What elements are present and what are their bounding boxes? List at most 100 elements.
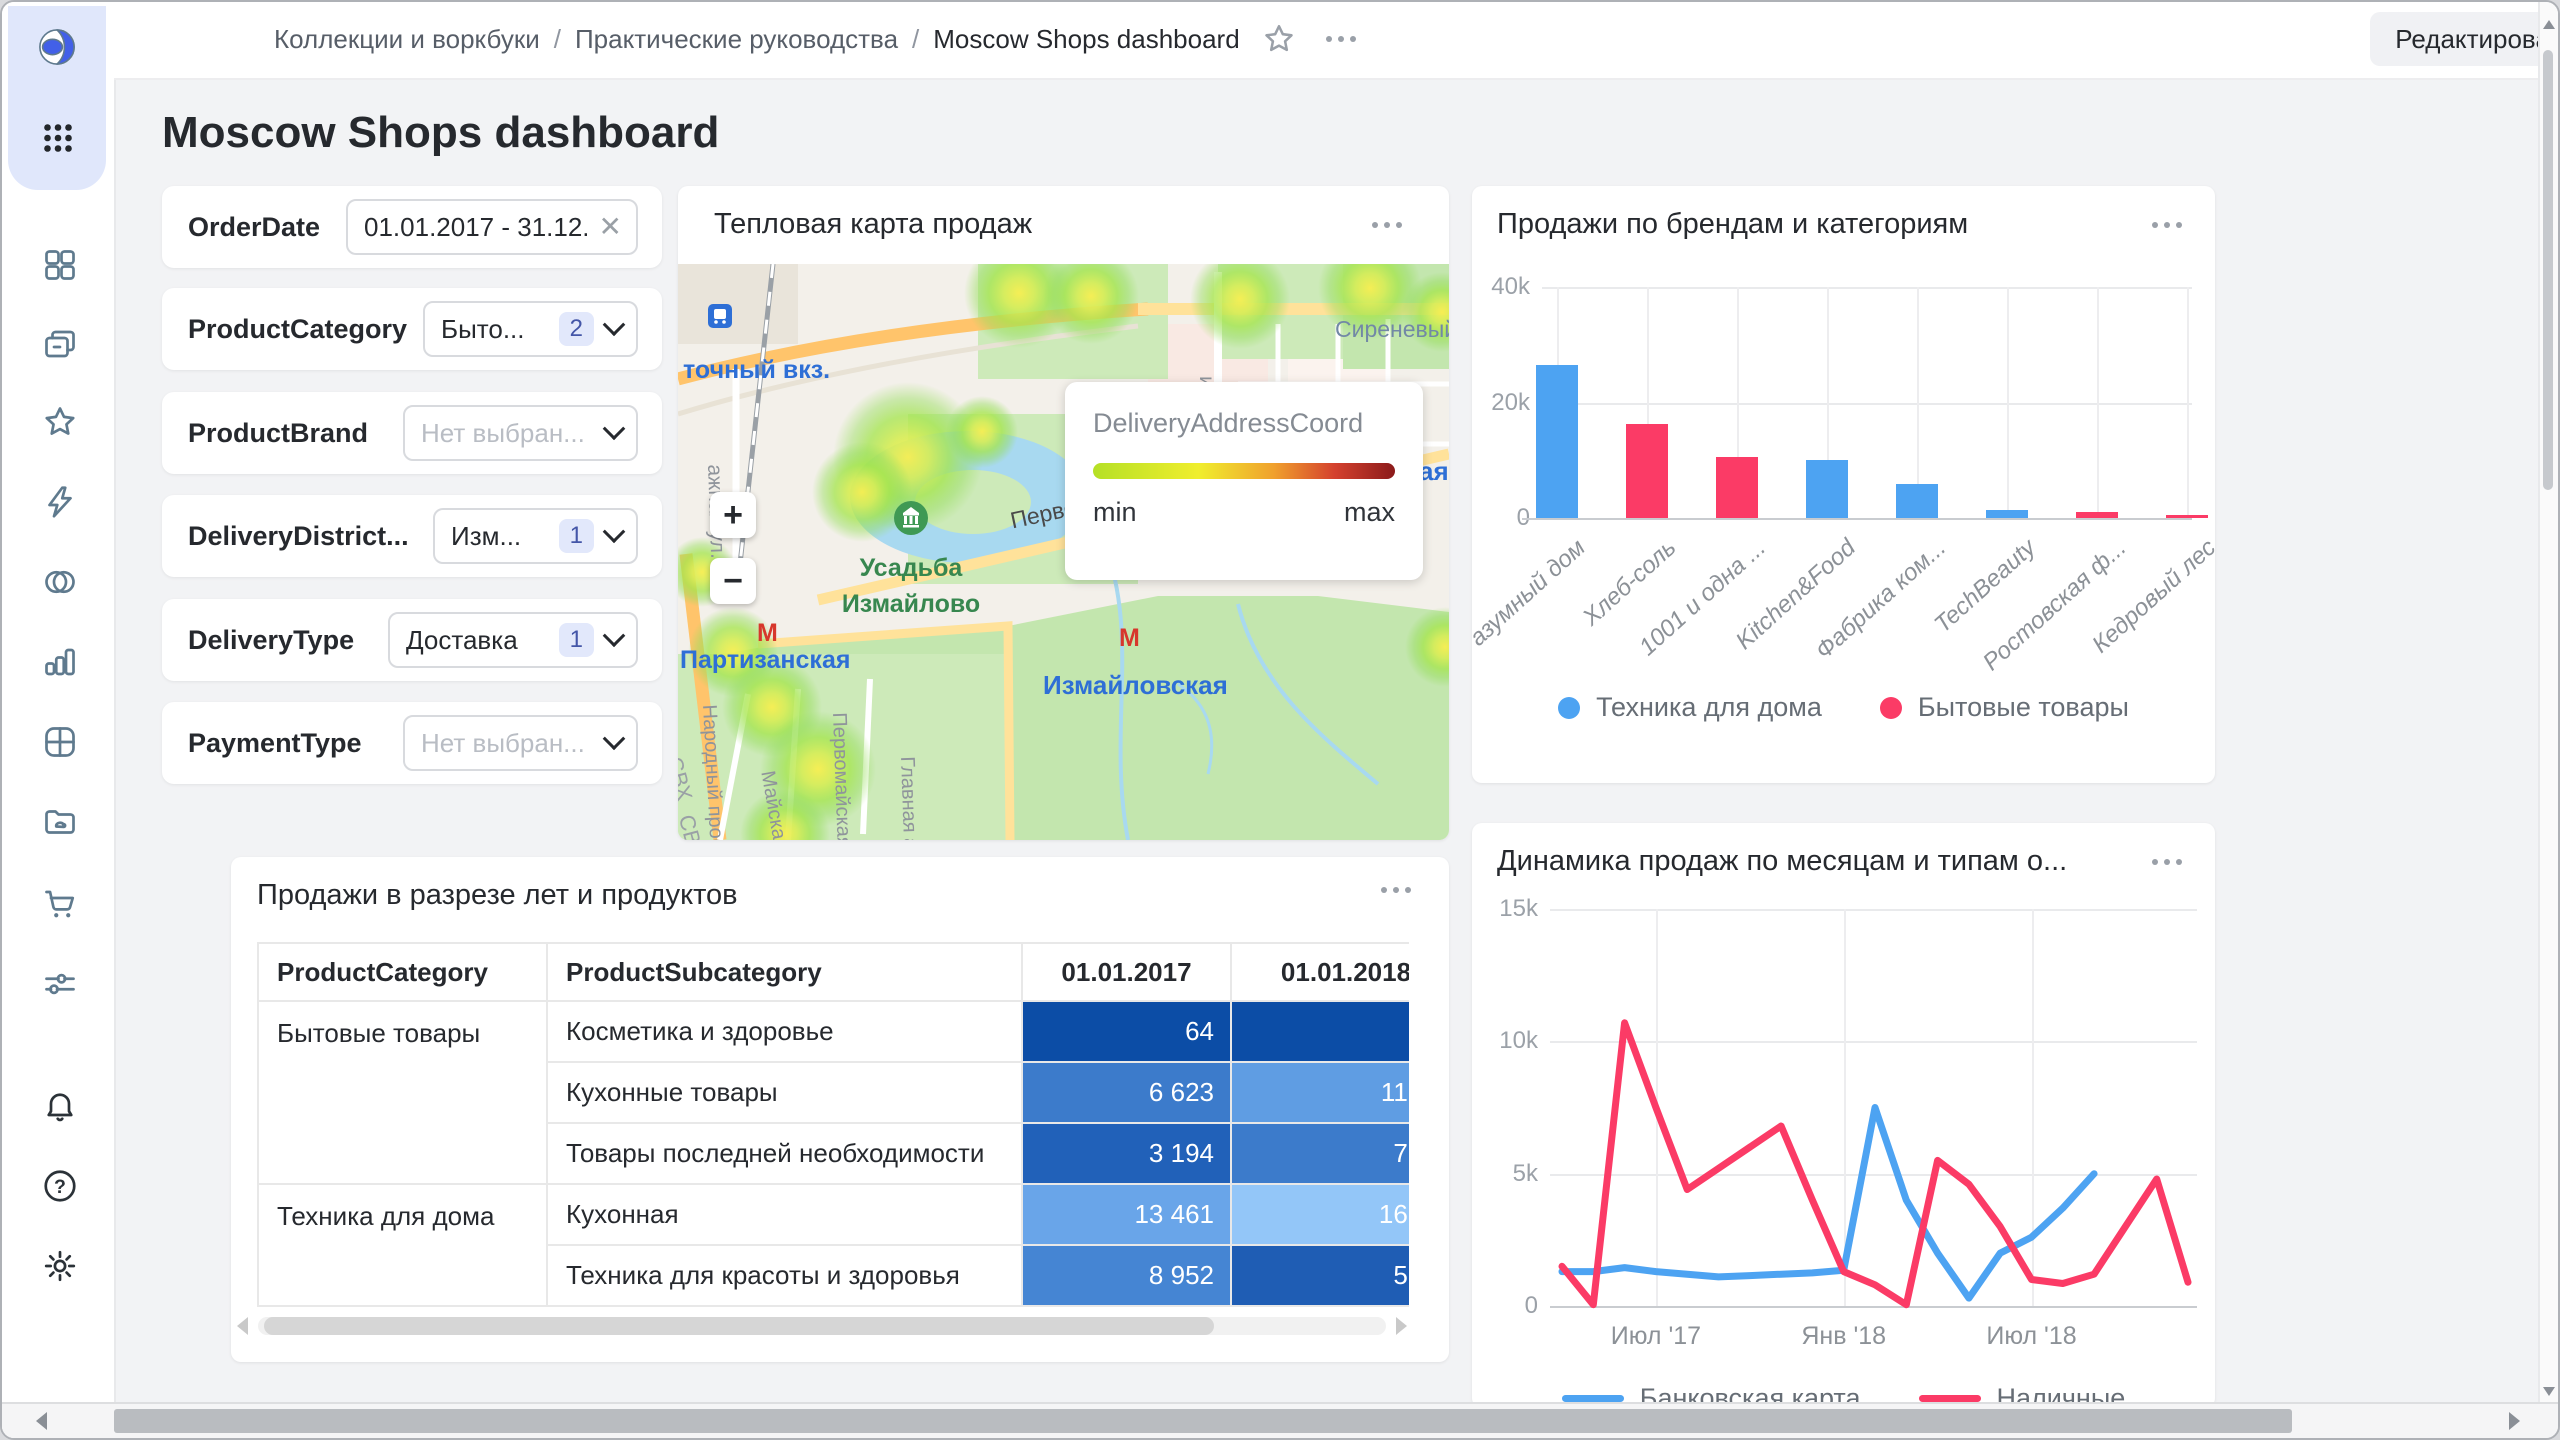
bar-chart-menu-icon[interactable] [2152, 222, 2182, 228]
select-control[interactable]: Доставка 1 [388, 612, 638, 668]
table-scroll-area[interactable]: ProductCategory ProductSubcategory 01.01.2… [257, 942, 1409, 1307]
favorite-star-icon[interactable] [1262, 22, 1296, 56]
filter-orderdate: OrderDate 01.01.2017 - 31.12.2018 ✕ [162, 186, 662, 268]
column-header[interactable]: ProductCategory [257, 942, 548, 1002]
table-row: Техника для домаКухонная13 46116 63 [257, 1183, 1409, 1307]
legend-color-line [1918, 1395, 1981, 1402]
scroll-right-icon[interactable] [2509, 1412, 2520, 1430]
filter-label: PaymentType [188, 727, 362, 758]
navigation-squares-icon[interactable] [40, 245, 80, 285]
edit-button[interactable]: Редактировать [2370, 12, 2558, 66]
favorites-star-icon[interactable] [40, 402, 80, 442]
bar-TechBeauty[interactable] [1986, 510, 2028, 518]
gridline [2031, 909, 2034, 1306]
train-station-icon [708, 304, 732, 328]
bar-Фабрика ком...[interactable] [1896, 483, 1938, 518]
page-title: Moscow Shops dashboard [162, 108, 720, 157]
line-chart-title: Динамика продаж по месяцам и типам о... [1497, 845, 2068, 877]
table-horizontal-scrollbar[interactable] [237, 1314, 1407, 1338]
legend-color-dot [1558, 696, 1581, 719]
table-title: Продажи в разрезе лет и продуктов [257, 879, 738, 911]
map-zoom-out-button[interactable]: − [710, 558, 756, 604]
gridline [1542, 402, 2192, 405]
apps-grid-icon[interactable] [38, 118, 78, 158]
help-question-icon[interactable]: ? [40, 1166, 80, 1206]
gridline [1550, 1041, 2197, 1044]
value-cell-2017: 64 [1021, 1000, 1232, 1063]
map-place-label: Усадьба [859, 554, 963, 582]
vertical-scrollbar[interactable] [2538, 2, 2558, 1408]
value-cell-2018: 7 51 [1230, 1122, 1409, 1185]
map-zoom-in-button[interactable]: + [710, 492, 756, 538]
select-control[interactable]: Нет выбран... [403, 405, 638, 461]
column-header[interactable]: ProductSubcategory [546, 942, 1023, 1002]
y-axis-tick: 15k [1499, 895, 1538, 922]
heatmap-menu-icon[interactable] [1372, 222, 1402, 228]
chevron-down-icon [602, 727, 626, 751]
storage-folder-icon[interactable] [40, 802, 80, 842]
value-cell-2017: 8 952 [1021, 1244, 1232, 1307]
line-series-Банковская карта [1558, 1104, 2098, 1302]
line-chart-menu-icon[interactable] [2152, 859, 2182, 865]
breadcrumb-collections[interactable]: Коллекции и воркбуки [274, 24, 540, 55]
bar-1001 и одна ...[interactable] [1716, 456, 1758, 518]
subcategory-cell: Товары последней необходимости [546, 1122, 1023, 1185]
bar-Хлеб-соль[interactable] [1626, 423, 1668, 518]
filter-label: ProductCategory [188, 313, 408, 344]
legend-item[interactable]: Техника для дома [1558, 692, 1822, 723]
horizontal-scrollbar[interactable] [2, 1402, 2558, 1438]
metro-icon: М [1119, 624, 1140, 652]
filter-paymenttype: PaymentType Нет выбран... [162, 702, 662, 784]
scroll-up-icon[interactable] [2543, 20, 2555, 29]
services-sliders-icon[interactable] [40, 964, 80, 1004]
bar-Kitchen&Food[interactable] [1806, 459, 1848, 518]
scroll-left-icon[interactable] [36, 1412, 47, 1430]
gridline [1843, 909, 1846, 1306]
scroll-left-icon[interactable] [237, 1317, 248, 1335]
breadcrumb-guides[interactable]: Практические руководства [575, 24, 898, 55]
filter-value: Изм... [451, 520, 522, 551]
select-control[interactable]: Быто... 2 [423, 301, 638, 357]
map-place-label: Партизанская [680, 646, 851, 674]
x-axis-category-label: Разумный дом [1472, 534, 1592, 663]
chevron-down-icon [602, 313, 626, 337]
datasets-circles-icon[interactable] [40, 562, 80, 602]
workbooks-icon[interactable] [40, 324, 80, 364]
breadcrumb: Коллекции и воркбуки / Практические руко… [274, 24, 1240, 55]
legend-item[interactable]: Бытовые товары [1879, 692, 2129, 723]
metro-icon: М [757, 619, 778, 647]
horizontal-scroll-thumb[interactable] [114, 1409, 2292, 1433]
scroll-right-icon[interactable] [1396, 1317, 1407, 1335]
dashboard-menu-icon[interactable] [1326, 36, 1356, 42]
breadcrumb-current: Moscow Shops dashboard [933, 24, 1240, 54]
connections-lightning-icon[interactable] [40, 482, 80, 522]
heatmap-legend-min: min [1093, 497, 1137, 527]
select-control[interactable]: Изм... 1 [433, 508, 638, 564]
breadcrumb-separator: / [912, 24, 920, 54]
settings-gear-icon[interactable] [40, 1246, 80, 1286]
notifications-bell-icon[interactable] [40, 1086, 80, 1126]
charts-bars-icon[interactable] [40, 642, 80, 682]
gridline [1542, 287, 2192, 289]
clear-icon[interactable]: ✕ [599, 213, 622, 241]
chevron-down-icon [602, 417, 626, 441]
datalens-logo-icon[interactable] [24, 14, 90, 80]
column-header[interactable]: 01.01.2017 [1021, 942, 1232, 1002]
column-header[interactable]: 01.01.2018 [1230, 942, 1409, 1002]
selected-count-badge: 1 [558, 519, 594, 553]
table-scroll-thumb[interactable] [264, 1317, 1214, 1335]
x-axis-tick: Июл '17 [1610, 1322, 1702, 1350]
marketplace-cart-icon[interactable] [40, 884, 80, 924]
select-control[interactable]: Нет выбран... [403, 715, 638, 771]
map-place-label: Главная ал. [896, 756, 922, 840]
bar-Разумный дом[interactable] [1536, 364, 1578, 518]
filter-value: Доставка [406, 624, 518, 655]
scroll-down-icon[interactable] [2543, 1387, 2555, 1396]
filter-label: DeliveryDistrict... [188, 520, 409, 551]
dashboards-grid-icon[interactable] [40, 722, 80, 762]
table-menu-icon[interactable] [1381, 887, 1411, 893]
vertical-scroll-thumb[interactable] [2543, 50, 2553, 490]
filter-value: Быто... [441, 313, 525, 344]
date-range-input[interactable]: 01.01.2017 - 31.12.2018 ✕ [346, 199, 638, 255]
map[interactable]: М М точный вкз.Сиреневый Битинская ул.Пе… [678, 264, 1449, 840]
